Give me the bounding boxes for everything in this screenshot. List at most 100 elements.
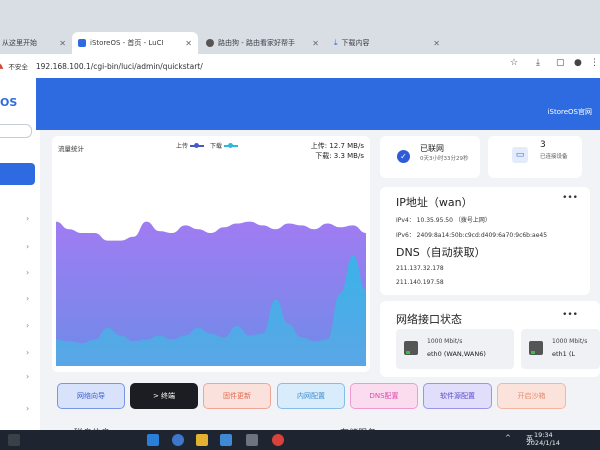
close-icon[interactable]: ✕: [185, 39, 192, 48]
chevron-right-icon[interactable]: ›: [26, 348, 29, 357]
taskbar-clock[interactable]: 19:34 2024/1/14: [527, 431, 560, 447]
brand-link[interactable]: iStoreOS官网: [548, 107, 592, 117]
tray-chevron-icon[interactable]: ^: [505, 434, 511, 442]
download-icon: ⤓: [334, 38, 338, 47]
chevron-right-icon[interactable]: ›: [26, 404, 29, 413]
edge-icon[interactable]: [172, 434, 184, 446]
terminal-button[interactable]: > 终端: [130, 383, 198, 409]
security-label[interactable]: 不安全: [8, 61, 28, 71]
port-eth0[interactable]: 1000 Mbit/s eth0 (WAN,WAN6): [396, 329, 514, 369]
chevron-right-icon[interactable]: ›: [26, 321, 29, 330]
close-icon[interactable]: ✕: [312, 39, 319, 48]
app-icon[interactable]: [246, 434, 258, 446]
devices-icon: ▭: [512, 147, 528, 163]
more-icon[interactable]: •••: [562, 193, 578, 203]
devices-label: 已连接设备: [540, 154, 568, 160]
dns-config-button[interactable]: DNS配置: [350, 383, 418, 409]
traffic-card: 流量统计 上传 下载 上传: 12.7 MB/s 下载: 3.3 MB/s: [52, 136, 370, 372]
sidebar-item-active[interactable]: [0, 163, 35, 185]
window-icon[interactable]: ▢: [556, 58, 565, 68]
sidebar-search-input[interactable]: [0, 124, 32, 138]
chevron-right-icon[interactable]: ›: [26, 268, 29, 277]
chrome-icon[interactable]: [272, 434, 284, 446]
port-speed: 1000 Mbit/s: [552, 338, 588, 345]
menu-icon[interactable]: ⋮: [590, 58, 599, 68]
header-banner: iStoreOS官网: [36, 78, 600, 130]
logo: OS: [0, 96, 18, 109]
download-rate: 下载: 3.3 MB/s: [315, 152, 364, 160]
close-icon[interactable]: ✕: [59, 39, 66, 48]
ethernet-port-icon: [404, 341, 418, 355]
lan-config-button[interactable]: 内网配置: [277, 383, 345, 409]
url-text[interactable]: 192.168.100.1/cgi-bin/luci/admin/quickst…: [36, 62, 203, 71]
clock-time: 19:34: [533, 431, 553, 439]
interface-title: 网络接口状态: [396, 313, 462, 326]
legend-download[interactable]: 下载: [210, 141, 239, 150]
tab-start[interactable]: 从这里开始 ✕: [0, 33, 72, 53]
legend-upload[interactable]: 上传: [176, 141, 205, 150]
tab-label: 路由狗 - 路由看家好帮手: [218, 39, 295, 47]
more-icon[interactable]: •••: [562, 310, 578, 320]
chevron-right-icon[interactable]: ›: [26, 214, 29, 223]
button-label: 内网配置: [297, 392, 325, 400]
ipv6-address: IPv6： 2409:8a14:50b:c9cd:d409:6a70:9c6b:…: [396, 232, 548, 239]
legend-label: 下载: [210, 143, 223, 150]
windows-icon[interactable]: [147, 434, 159, 446]
port-name: eth1 (L: [552, 350, 576, 358]
traffic-chart: [56, 221, 366, 366]
tab-label: iStoreOS - 首页 - LuCI: [90, 39, 164, 47]
port-speed: 1000 Mbit/s: [427, 338, 463, 345]
dns-title: DNS（自动获取）: [396, 246, 486, 259]
button-label: 开启沙箱: [517, 392, 546, 400]
folder-icon[interactable]: [196, 434, 208, 446]
devices-count: 3: [540, 140, 546, 150]
legend-swatch: [224, 142, 239, 148]
browser-tab-strip: 从这里开始 ✕ iStoreOS - 首页 - LuCI ✕ 路由狗 - 路由看…: [0, 0, 600, 56]
upload-rate: 上传: 12.7 MB/s: [310, 142, 364, 150]
start-icon[interactable]: [8, 434, 20, 446]
firmware-update-button[interactable]: 固件更新: [203, 383, 271, 409]
chevron-right-icon[interactable]: ›: [26, 294, 29, 303]
tab-istoreos[interactable]: iStoreOS - 首页 - LuCI ✕: [72, 32, 198, 54]
tab-routerdog[interactable]: 路由狗 - 路由看家好帮手 ✕: [200, 33, 325, 53]
button-label: 软件源配置: [440, 392, 475, 400]
button-label: DNS配置: [369, 392, 399, 400]
tab-label: 从这里开始: [2, 39, 37, 47]
legend-label: 上传: [176, 143, 189, 150]
store-icon[interactable]: [220, 434, 232, 446]
download-icon[interactable]: ⤓: [536, 58, 540, 68]
tab-downloads[interactable]: ⤓ 下载内容 ✕: [328, 33, 446, 53]
taskbar: ^ 英 19:34 2024/1/14: [0, 430, 600, 450]
port-name: eth0 (WAN,WAN6): [427, 350, 486, 358]
button-label: 网络向导: [77, 392, 105, 400]
chevron-right-icon[interactable]: ›: [26, 242, 29, 251]
close-icon[interactable]: ✕: [433, 39, 440, 48]
devices-card[interactable]: ▭ 3 已连接设备: [488, 136, 582, 178]
istoreos-favicon-icon: [78, 39, 86, 47]
ethernet-port-icon: [529, 341, 543, 355]
screen: 从这里开始 ✕ iStoreOS - 首页 - LuCI ✕ 路由狗 - 路由看…: [0, 0, 600, 450]
warning-icon: ▲: [0, 62, 4, 70]
chevron-right-icon[interactable]: ›: [26, 372, 29, 381]
dns-secondary: 211.140.197.58: [396, 279, 444, 286]
legend-swatch: [190, 142, 205, 148]
network-wizard-button[interactable]: 网络向导: [57, 383, 125, 409]
dns-primary: 211.137.32.178: [396, 265, 444, 272]
port-eth1[interactable]: 1000 Mbit/s eth1 (L: [521, 329, 600, 369]
software-source-button[interactable]: 软件源配置: [423, 383, 492, 409]
address-bar[interactable]: ▲ 不安全 192.168.100.1/cgi-bin/luci/admin/q…: [0, 58, 203, 74]
clock-date: 2024/1/14: [526, 439, 560, 447]
check-icon: ✓: [397, 150, 410, 163]
sandbox-button[interactable]: 开启沙箱: [497, 383, 566, 409]
chart-title: 流量统计: [58, 145, 84, 153]
network-status-card: ✓ 已联网 0天3小时33分29秒: [380, 136, 480, 178]
profile-icon[interactable]: ●: [574, 58, 582, 68]
network-status: 已联网: [420, 144, 444, 153]
button-label: 固件更新: [223, 392, 251, 400]
uptime: 0天3小时33分29秒: [420, 156, 469, 162]
ip-title: IP地址（wan）: [396, 196, 473, 209]
tab-label: 下载内容: [341, 39, 370, 47]
ip-card: IP地址（wan） ••• IPv4： 10.35.95.50 （拨号上网） I…: [380, 187, 590, 295]
ipv4-address: IPv4： 10.35.95.50 （拨号上网）: [396, 217, 491, 224]
star-icon[interactable]: ☆: [510, 58, 518, 68]
